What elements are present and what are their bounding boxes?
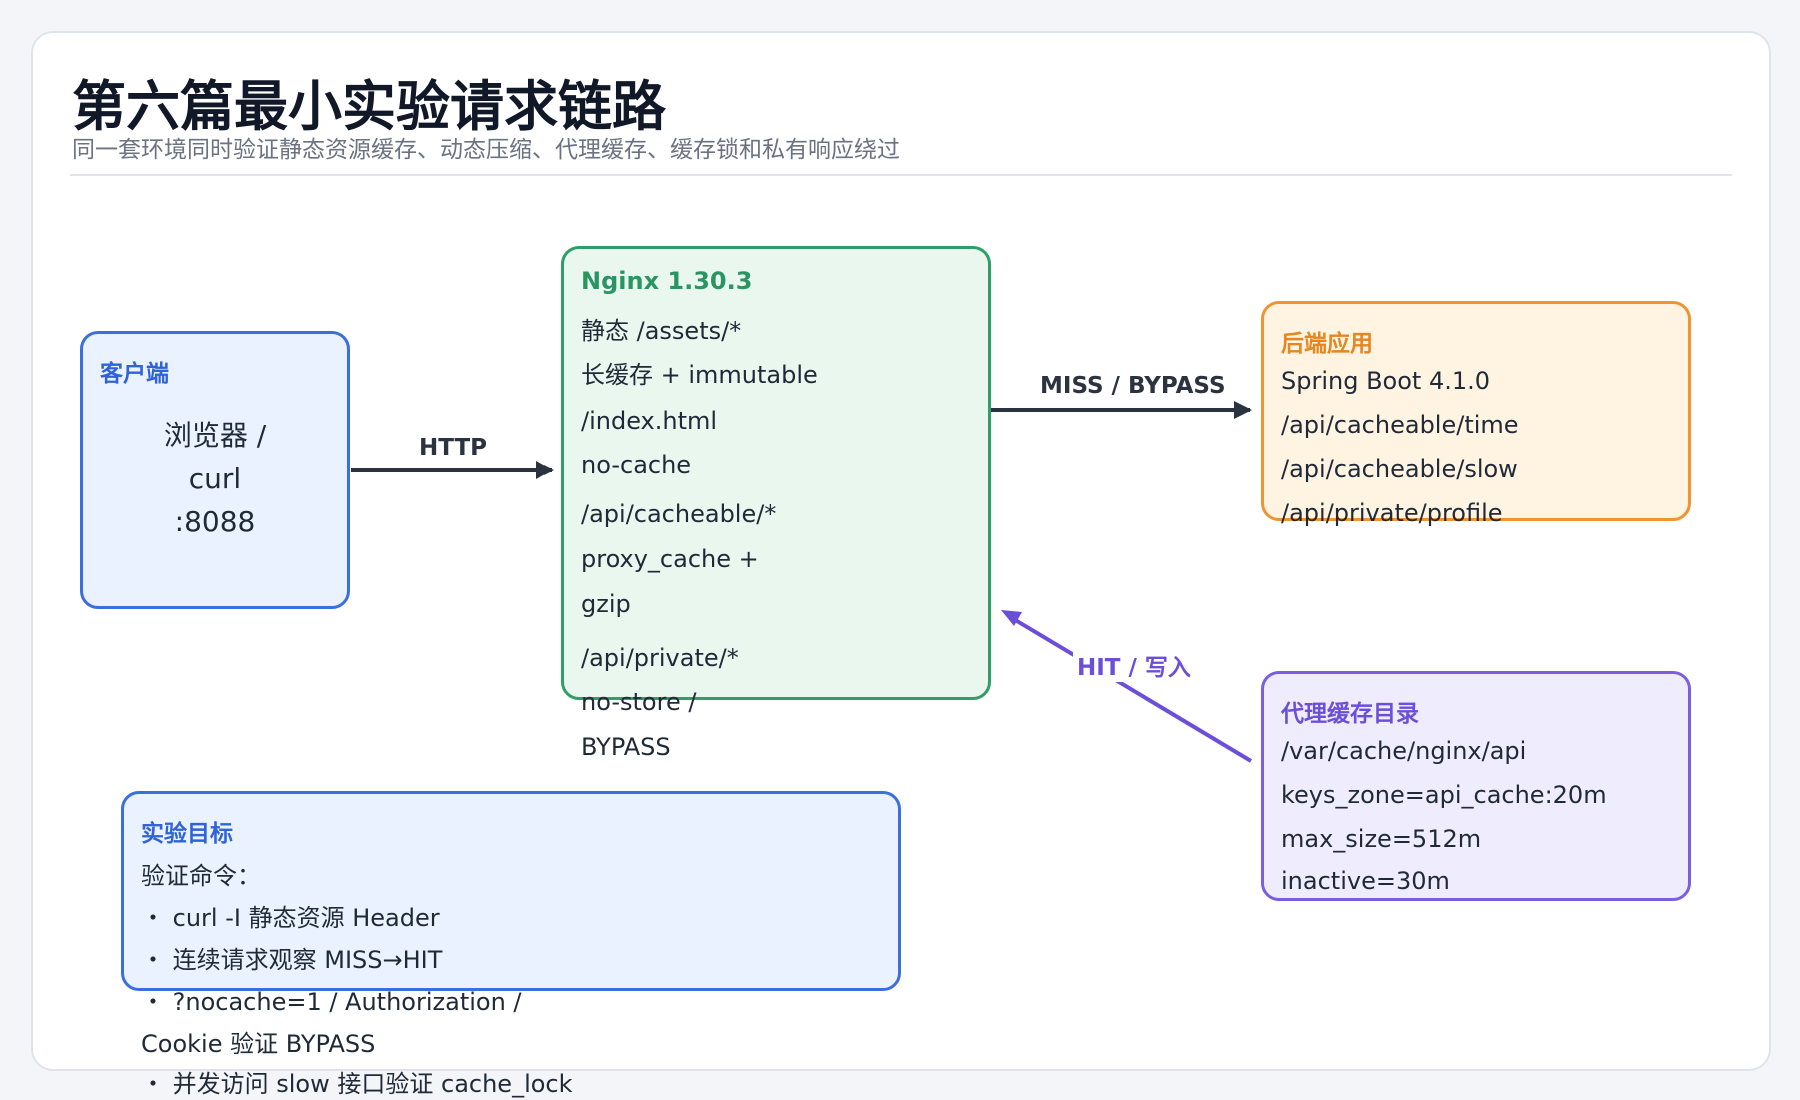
edge-label-hit-write: HIT / 写入 — [1073, 648, 1195, 682]
client-line: curl — [188, 462, 242, 495]
nginx-line: BYPASS — [581, 733, 671, 761]
backend-line: Spring Boot 4.1.0 — [1281, 367, 1491, 395]
goal-node: 实验目标 验证命令： ・ curl -I 静态资源 Header ・ 连续请求观… — [121, 791, 901, 1098]
nginx-line: /api/cacheable/* — [581, 500, 777, 528]
nginx-line: proxy_cache + — [581, 545, 759, 573]
nginx-line: 长缓存 + immutable — [581, 361, 818, 389]
client-line: 浏览器 / — [163, 419, 267, 452]
arrow-nginx-to-backend-head — [1234, 401, 1252, 419]
backend-line: /api/cacheable/time — [1281, 411, 1519, 439]
nginx-line: no-cache — [581, 451, 692, 479]
backend-line: /api/cacheable/slow — [1281, 455, 1518, 483]
goal-line: Cookie 验证 BYPASS — [141, 1030, 376, 1058]
goal-line: ・ curl -I 静态资源 Header — [141, 904, 440, 932]
client-heading: 客户端 — [100, 361, 169, 387]
cache-dir-line: /var/cache/nginx/api — [1281, 737, 1527, 765]
nginx-node: Nginx 1.30.3 静态 /assets/* 长缓存 + immutabl… — [561, 246, 991, 761]
nginx-line: no-store / — [581, 688, 697, 716]
client-node: 客户端 浏览器 / curl :8088 — [80, 331, 350, 609]
arrow-cache-to-nginx — [1010, 616, 1253, 763]
goal-line: ・ 连续请求观察 MISS→HIT — [141, 946, 443, 974]
nginx-heading: Nginx 1.30.3 — [581, 267, 753, 295]
goal-heading: 实验目标 — [141, 821, 233, 847]
backend-line: /api/private/profile — [1281, 499, 1503, 527]
edge-label-http: HTTP — [419, 435, 488, 461]
cache-dir-line: keys_zone=api_cache:20m — [1281, 781, 1607, 809]
arrow-client-to-nginx-head — [536, 461, 552, 479]
goal-line: ・ 并发访问 slow 接口验证 cache_lock — [141, 1070, 573, 1098]
cache-dir-heading: 代理缓存目录 — [1281, 701, 1419, 727]
nginx-line: /index.html — [581, 407, 718, 435]
goal-line: 验证命令： — [141, 862, 261, 890]
nginx-line: gzip — [581, 590, 631, 618]
backend-node: 后端应用 Spring Boot 4.1.0 /api/cacheable/ti… — [1261, 301, 1691, 527]
client-line: :8088 — [174, 505, 256, 538]
goal-line: ・ ?nocache=1 / Authorization / — [141, 988, 522, 1016]
cache-dir-node: 代理缓存目录 /var/cache/nginx/api keys_zone=ap… — [1261, 671, 1691, 901]
backend-heading: 后端应用 — [1281, 331, 1373, 357]
edge-label-miss-bypass: MISS / BYPASS — [1040, 373, 1226, 399]
nginx-line: /api/private/* — [581, 644, 739, 672]
cache-dir-line: max_size=512m — [1281, 825, 1482, 853]
nginx-line: 静态 /assets/* — [581, 317, 742, 345]
cache-dir-line: inactive=30m — [1281, 867, 1450, 895]
